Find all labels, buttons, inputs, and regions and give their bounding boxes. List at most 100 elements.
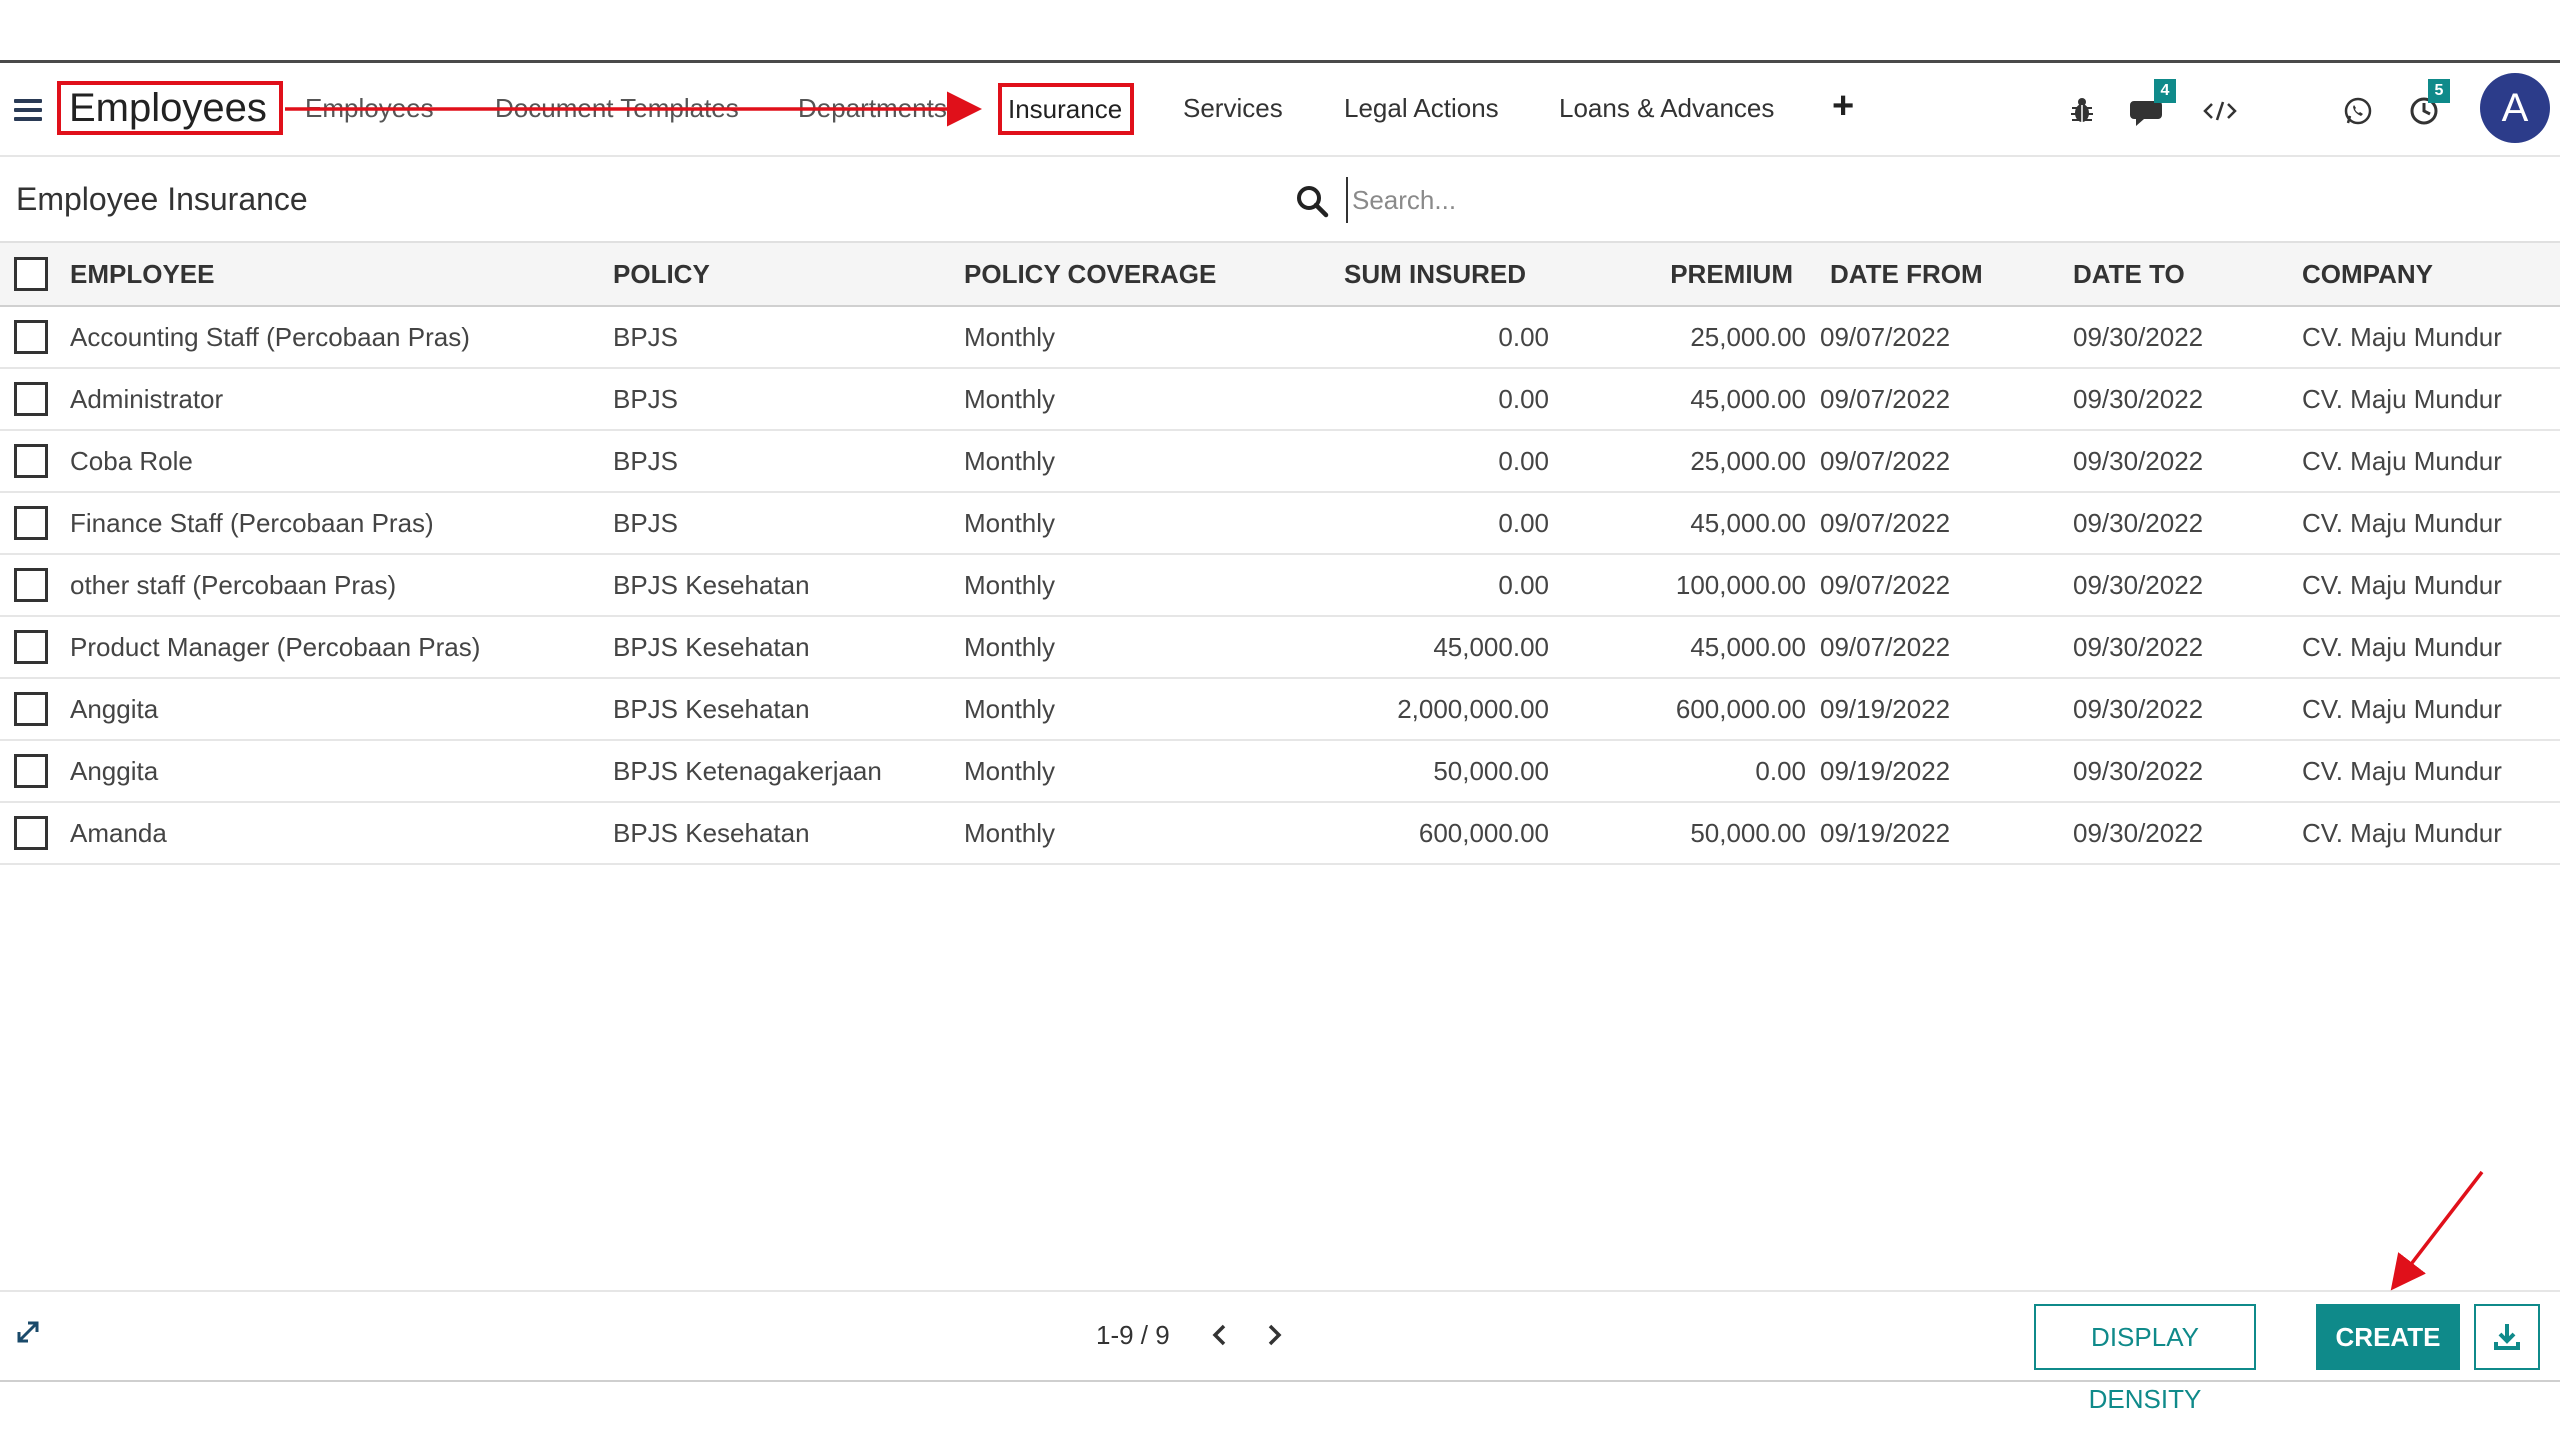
create-button[interactable]: CREATE: [2316, 1304, 2460, 1370]
avatar[interactable]: A: [2480, 73, 2550, 143]
chat-icon[interactable]: 4: [2130, 79, 2176, 131]
date-from-cell: 09/07/2022: [1820, 383, 1951, 414]
premium-cell: 25,000.00: [1690, 445, 1806, 476]
column-header-policy-coverage[interactable]: POLICY COVERAGE: [964, 242, 1334, 306]
table-row[interactable]: Accounting Staff (Percobaan Pras) BPJS Mon…: [0, 306, 2560, 368]
app-title[interactable]: Employees: [57, 81, 283, 135]
table-row[interactable]: other staff (Percobaan Pras) BPJS Kesehat…: [0, 554, 2560, 616]
chevron-left-icon[interactable]: [1206, 1320, 1234, 1350]
display-density-button[interactable]: DISPLAY DENSITY: [2034, 1304, 2256, 1414]
column-header-date-from[interactable]: DATE FROM: [1818, 242, 2058, 306]
code-icon[interactable]: [2200, 91, 2240, 131]
row-checkbox[interactable]: [14, 568, 48, 602]
clock-icon[interactable]: 5: [2404, 79, 2450, 131]
table-row[interactable]: Administrator BPJS Monthly 0.00 45,000.00 09/…: [0, 368, 2560, 430]
employee-cell: Accounting Staff (Percobaan Pras): [70, 321, 470, 352]
table-row[interactable]: Anggita BPJS Ketenagakerjaan Monthly 50,000…: [0, 740, 2560, 802]
employee-cell: other staff (Percobaan Pras): [70, 569, 397, 600]
policy-cell: BPJS Kesehatan: [613, 817, 810, 848]
employee-cell: Coba Role: [70, 445, 193, 476]
menu-departments[interactable]: Departments: [798, 93, 947, 124]
search-icon: [1294, 183, 1330, 219]
row-select-cell: [0, 740, 70, 802]
pager-value[interactable]: 1-9 / 9: [1096, 1320, 1170, 1351]
row-checkbox[interactable]: [14, 320, 48, 354]
date-from-cell: 09/07/2022: [1820, 445, 1951, 476]
coverage-cell: Monthly: [964, 445, 1056, 476]
policy-cell: BPJS Kesehatan: [613, 631, 810, 662]
employee-cell: Anggita: [70, 755, 159, 786]
row-checkbox[interactable]: [14, 382, 48, 416]
employee-cell: Product Manager (Percobaan Pras): [70, 631, 481, 662]
breadcrumb: Employee Insurance: [16, 181, 308, 217]
policy-cell: BPJS: [613, 445, 679, 476]
column-header-sum-insured[interactable]: SUM INSURED: [1334, 242, 1591, 306]
date-to-cell: 09/30/2022: [2073, 321, 2204, 352]
row-checkbox[interactable]: [14, 692, 48, 726]
sum-insured-cell: 2,000,000.00: [1397, 693, 1549, 724]
sum-insured-cell: 0.00: [1498, 569, 1549, 600]
whatsapp-icon[interactable]: [2338, 91, 2378, 131]
add-menu-button[interactable]: +: [1832, 85, 1854, 128]
messages-badge: 4: [2154, 79, 2176, 103]
menu-insurance[interactable]: Insurance: [998, 83, 1134, 135]
row-select-cell: [0, 802, 70, 864]
menu-loans-advances[interactable]: Loans & Advances: [1559, 93, 1774, 124]
select-all-checkbox[interactable]: [14, 257, 48, 291]
column-header-employee[interactable]: EMPLOYEE: [70, 242, 613, 306]
row-select-cell: [0, 430, 70, 492]
column-header-policy[interactable]: POLICY: [613, 242, 964, 306]
sum-insured-cell: 50,000.00: [1433, 755, 1549, 786]
column-header-date-to[interactable]: DATE TO: [2058, 242, 2287, 306]
company-cell: CV. Maju Mundur: [2302, 693, 2502, 724]
coverage-cell: Monthly: [964, 383, 1056, 414]
premium-cell: 45,000.00: [1690, 631, 1806, 662]
employee-cell: Administrator: [70, 383, 224, 414]
row-checkbox[interactable]: [14, 754, 48, 788]
row-select-cell: [0, 616, 70, 678]
premium-cell: 100,000.00: [1675, 569, 1806, 600]
company-cell: CV. Maju Mundur: [2302, 383, 2502, 414]
top-navbar: Employees Employees Document Templates D…: [0, 63, 2560, 157]
expand-icon[interactable]: [14, 1318, 42, 1346]
table-row[interactable]: Coba Role BPJS Monthly 0.00 25,000.00 09/07/2…: [0, 430, 2560, 492]
menu-document-templates[interactable]: Document Templates: [495, 93, 739, 124]
menu-services[interactable]: Services: [1183, 93, 1283, 124]
premium-cell: 45,000.00: [1690, 383, 1806, 414]
chevron-right-icon[interactable]: [1260, 1320, 1288, 1350]
table-row[interactable]: Amanda BPJS Kesehatan Monthly 600,000.00 50,…: [0, 802, 2560, 864]
date-from-cell: 09/07/2022: [1820, 321, 1951, 352]
download-button[interactable]: [2474, 1304, 2540, 1370]
hamburger-icon[interactable]: [14, 99, 42, 121]
column-header-company[interactable]: COMPANY: [2287, 242, 2560, 306]
coverage-cell: Monthly: [964, 631, 1056, 662]
row-select-cell: [0, 554, 70, 616]
row-checkbox[interactable]: [14, 630, 48, 664]
menu-legal-actions[interactable]: Legal Actions: [1344, 93, 1499, 124]
date-to-cell: 09/30/2022: [2073, 631, 2204, 662]
table-row[interactable]: Product Manager (Percobaan Pras) BPJS Kes…: [0, 616, 2560, 678]
coverage-cell: Monthly: [964, 569, 1056, 600]
menu-employees[interactable]: Employees: [305, 93, 434, 124]
date-to-cell: 09/30/2022: [2073, 383, 2204, 414]
coverage-cell: Monthly: [964, 321, 1056, 352]
policy-cell: BPJS: [613, 321, 679, 352]
table-row[interactable]: Finance Staff (Percobaan Pras) BPJS Monthl…: [0, 492, 2560, 554]
date-to-cell: 09/30/2022: [2073, 569, 2204, 600]
bug-icon[interactable]: [2062, 91, 2102, 131]
row-checkbox[interactable]: [14, 506, 48, 540]
company-cell: CV. Maju Mundur: [2302, 321, 2502, 352]
policy-cell: BPJS Kesehatan: [613, 569, 810, 600]
row-checkbox[interactable]: [14, 816, 48, 850]
row-select-cell: [0, 678, 70, 740]
column-header-premium[interactable]: PREMIUM: [1591, 242, 1818, 306]
policy-cell: BPJS Ketenagakerjaan: [613, 755, 882, 786]
date-from-cell: 09/07/2022: [1820, 507, 1951, 538]
control-panel: Employee Insurance: [0, 157, 2560, 241]
sum-insured-cell: 45,000.00: [1433, 631, 1549, 662]
row-checkbox[interactable]: [14, 444, 48, 478]
table-row[interactable]: Anggita BPJS Kesehatan Monthly 2,000,000.00…: [0, 678, 2560, 740]
search-input[interactable]: [1346, 177, 2544, 223]
row-select-cell: [0, 492, 70, 554]
annotation-arrow-to-create: [2390, 1170, 2484, 1291]
